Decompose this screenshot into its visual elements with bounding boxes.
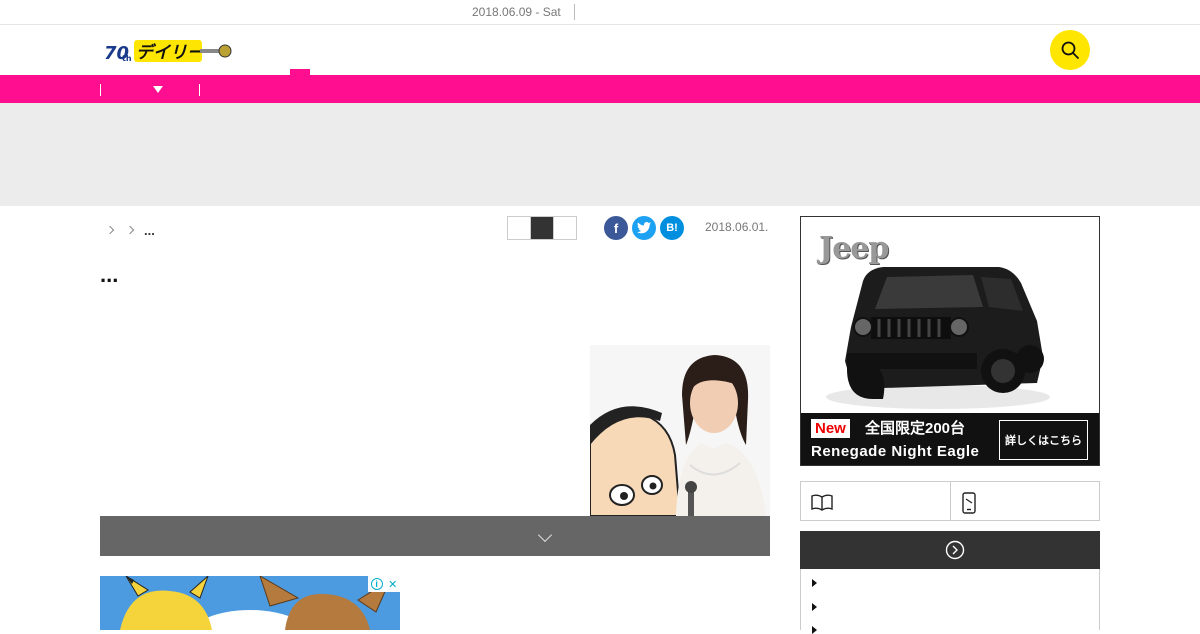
font-size-large[interactable] [554,217,576,239]
sidebar-ad[interactable]: Jeep New 全国限定200台 Renegade Night Eagle 詳… [800,216,1100,466]
article-title: ... [100,262,119,287]
breadcrumb: ... [104,220,155,240]
date-divider [574,4,575,20]
chevron-circle-right-icon[interactable] [945,540,965,560]
font-size-small[interactable] [508,217,531,239]
font-size-toggle [507,216,577,240]
article-photo-image [590,345,770,516]
adchoices-badge[interactable]: i ✕ [368,576,400,592]
svg-text:デイリー: デイリー [136,43,205,63]
chevron-right-icon [104,220,118,240]
nav-divider [199,84,200,96]
chevron-down-icon [537,527,553,543]
read-more-bar[interactable] [100,516,770,556]
search-icon [1061,41,1079,59]
dropdown-caret-icon[interactable] [153,86,163,93]
book-icon [811,494,833,511]
main-nav [0,75,1200,103]
breadcrumb-current[interactable]: ... [144,223,155,238]
smartphone-icon [961,492,976,514]
list-item-bullet-icon[interactable] [812,626,817,634]
ad-close-icon[interactable]: ✕ [388,578,397,591]
logo-icon: 70 th デイリー [104,40,232,64]
jeep-car-image [826,267,1050,409]
article-photo[interactable] [590,345,770,516]
top-ad-banner[interactable] [0,103,1200,206]
ad-details-button[interactable]: 詳しくはこちら [999,420,1088,460]
list-item-bullet-icon[interactable] [812,603,817,611]
ranking-header [800,531,1100,569]
tab-magazine[interactable] [801,482,951,520]
adchoices-info-icon[interactable]: i [370,578,383,590]
article-date: 2018.06.01. [705,220,769,234]
nav-divider [100,84,101,96]
chevron-right-icon [124,220,138,240]
font-size-medium[interactable] [531,217,554,239]
ad-banner-strip: New 全国限定200台 Renegade Night Eagle 詳しくはこち… [801,413,1099,465]
current-date: 2018.06.09 - Sat [472,5,561,19]
ad-model-name: Renegade Night Eagle [811,443,980,460]
new-badge: New [811,419,850,438]
top-date-bar: 2018.06.09 - Sat [0,0,1200,25]
ranking-list [800,569,1100,634]
ad-headline: 全国限定200台 [865,420,966,437]
list-item-bullet-icon[interactable] [812,579,817,587]
facebook-share-icon[interactable]: f [604,216,628,240]
hatena-bookmark-icon[interactable]: B! [660,216,684,240]
twitter-bird-icon [637,222,651,234]
svg-text:th: th [122,54,132,63]
search-button[interactable] [1050,30,1090,70]
bottom-ad-image[interactable]: i ✕ [100,576,400,630]
site-logo[interactable]: 70 th デイリー [104,37,234,65]
pokemon-ad-image [100,576,400,630]
sidebar-tabs [800,481,1100,521]
tab-mobile[interactable] [951,482,1100,520]
twitter-share-icon[interactable] [632,216,656,240]
site-header: 70 th デイリー [0,25,1200,75]
